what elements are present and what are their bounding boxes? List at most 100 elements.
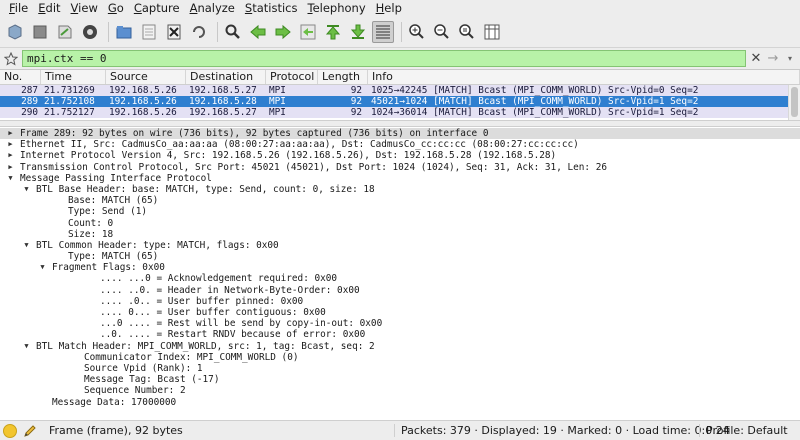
display-filter-input[interactable]: mpi.ctx == 0 [22, 50, 746, 67]
go-to-packet-icon[interactable] [297, 21, 319, 43]
packet-list-scrollbar[interactable] [788, 85, 800, 121]
expand-arrow-icon[interactable]: ▶ [6, 139, 15, 150]
collapse-arrow-icon[interactable]: ▼ [38, 262, 47, 273]
go-last-packet-icon[interactable] [347, 21, 369, 43]
detail-tree-item[interactable]: Type: MATCH (65) [0, 251, 800, 262]
detail-tree-item[interactable]: .... 0... = User buffer contiguous: 0x00 [0, 307, 800, 318]
zoom-normal-icon[interactable] [456, 21, 478, 43]
column-header-destination[interactable]: Destination [186, 70, 266, 84]
detail-tree-item[interactable]: Size: 18 [0, 229, 800, 240]
apply-filter-icon[interactable]: → [766, 51, 780, 67]
packet-info: 45021→1024 [MATCH] Bcast (MPI_COMM_WORLD… [371, 96, 699, 107]
detail-tree-item[interactable]: ..0. .... = Restart RNDV because of erro… [0, 329, 800, 340]
detail-tree-label: Communicator Index: MPI_COMM_WORLD (0) [84, 351, 299, 363]
menu-capture[interactable]: Capture [129, 0, 185, 17]
detail-tree-label: .... .0.. = User buffer pinned: 0x00 [100, 295, 304, 307]
reload-icon[interactable] [188, 21, 210, 43]
detail-tree-label: ...0 .... = Rest will be send by copy-in… [100, 318, 383, 330]
detail-tree-label: ..0. .... = Restart RNDV because of erro… [100, 329, 366, 341]
close-file-icon[interactable] [163, 21, 185, 43]
column-header-no[interactable]: No. [0, 70, 41, 84]
expand-arrow-icon[interactable]: ▶ [6, 162, 15, 173]
clear-filter-icon[interactable]: ✕ [749, 51, 763, 67]
status-profile[interactable]: Profile: Default [699, 424, 788, 437]
detail-tree-item[interactable]: ▼ BTL Match Header: MPI_COMM_WORLD, src: … [0, 341, 800, 352]
collapse-arrow-icon[interactable]: ▼ [6, 173, 15, 184]
go-first-packet-icon[interactable] [322, 21, 344, 43]
packet-length: 92 [350, 107, 362, 118]
detail-tree-item[interactable]: Type: Send (1) [0, 206, 800, 217]
menu-statistics[interactable]: Statistics [240, 0, 303, 17]
resize-columns-icon[interactable] [481, 21, 503, 43]
expert-info-indicator-icon[interactable] [3, 423, 17, 438]
detail-tree-label: Message Passing Interface Protocol [20, 172, 212, 184]
detail-tree-item[interactable]: ...0 .... = Rest will be send by copy-in… [0, 318, 800, 329]
detail-tree-label: BTL Match Header: MPI_COMM_WORLD, src: 1… [36, 340, 375, 352]
go-forward-icon[interactable] [272, 21, 294, 43]
restart-capture-icon[interactable] [54, 21, 76, 43]
column-header-source[interactable]: Source [106, 70, 186, 84]
expand-arrow-icon[interactable]: ▶ [6, 128, 15, 139]
detail-tree-item[interactable]: Source Vpid (Rank): 1 [0, 363, 800, 374]
detail-tree-item[interactable]: ▼ BTL Base Header: base: MATCH, type: Sen… [0, 184, 800, 195]
stop-capture-icon[interactable] [29, 21, 51, 43]
menu-edit[interactable]: Edit [33, 0, 65, 17]
column-header-length[interactable]: Length [318, 70, 368, 84]
detail-tree-item[interactable]: ▼ Fragment Flags: 0x00 [0, 262, 800, 273]
collapse-arrow-icon[interactable]: ▼ [22, 240, 31, 251]
menu-telephony[interactable]: Telephony [302, 0, 370, 17]
main-toolbar [0, 17, 800, 48]
packet-details-tree: ▶ Frame 289: 92 bytes on wire (736 bits),… [0, 128, 800, 418]
packet-row[interactable]: 290 21.752127 192.168.5.26 192.168.5.27 … [0, 107, 800, 118]
menu-analyze[interactable]: Analyze [185, 0, 240, 17]
detail-tree-item[interactable]: Message Data: 17000000 [0, 397, 800, 408]
menu-help[interactable]: Help [371, 0, 407, 17]
packet-source: 192.168.5.26 [109, 107, 177, 118]
filter-dropdown-icon[interactable]: ▾ [783, 51, 797, 67]
edit-comment-icon[interactable] [23, 424, 37, 438]
detail-tree-label: BTL Common Header: type: MATCH, flags: 0… [36, 239, 279, 251]
packet-source: 192.168.5.26 [109, 85, 177, 96]
detail-tree-item[interactable]: Communicator Index: MPI_COMM_WORLD (0) [0, 352, 800, 363]
detail-tree-item[interactable]: Count: 0 [0, 218, 800, 229]
open-file-icon[interactable] [113, 21, 135, 43]
detail-tree-item[interactable]: Message Tag: Bcast (-17) [0, 374, 800, 385]
detail-tree-item[interactable]: ▼ BTL Common Header: type: MATCH, flags: … [0, 240, 800, 251]
column-header-info[interactable]: Info [368, 70, 800, 84]
packet-row-selected[interactable]: 289 21.752108 192.168.5.26 192.168.5.28 … [0, 96, 800, 107]
collapse-arrow-icon[interactable]: ▼ [22, 341, 31, 352]
start-capture-icon[interactable] [4, 21, 26, 43]
packet-protocol: MPI [269, 107, 286, 118]
column-header-time[interactable]: Time [41, 70, 106, 84]
capture-options-icon[interactable] [79, 21, 101, 43]
find-packet-icon[interactable] [222, 21, 244, 43]
menu-go[interactable]: Go [103, 0, 129, 17]
packet-destination: 192.168.5.28 [189, 96, 257, 107]
pane-splitter[interactable] [0, 120, 800, 127]
menu-file[interactable]: File [4, 0, 33, 17]
packet-row[interactable]: 287 21.731269 192.168.5.26 192.168.5.27 … [0, 85, 800, 96]
bookmark-icon[interactable] [3, 51, 19, 67]
collapse-arrow-icon[interactable]: ▼ [22, 184, 31, 195]
detail-tree-item[interactable]: .... ...0 = Acknowledgement required: 0x… [0, 273, 800, 284]
detail-tree-item[interactable]: ▶ Frame 289: 92 bytes on wire (736 bits),… [0, 128, 800, 140]
detail-tree-item[interactable]: ▶ Ethernet II, Src: CadmusCo_aa:aa:aa (08… [0, 139, 800, 150]
zoom-in-icon[interactable] [406, 21, 428, 43]
zoom-out-icon[interactable] [431, 21, 453, 43]
detail-tree-item[interactable]: .... .0.. = User buffer pinned: 0x00 [0, 296, 800, 307]
packet-list-header: No. Time Source Destination Protocol Len… [0, 70, 800, 85]
auto-scroll-icon[interactable] [372, 21, 394, 43]
detail-tree-item[interactable]: .... ..0. = Header in Network-Byte-Order… [0, 285, 800, 296]
packet-time: 21.752127 [44, 107, 95, 118]
detail-tree-item[interactable]: ▶ Transmission Control Protocol, Src Port… [0, 162, 800, 173]
detail-tree-item[interactable]: ▶ Internet Protocol Version 4, Src: 192.1… [0, 150, 800, 161]
detail-tree-item[interactable]: ▼ Message Passing Interface Protocol [0, 173, 800, 184]
column-header-protocol[interactable]: Protocol [266, 70, 318, 84]
detail-tree-item[interactable]: Sequence Number: 2 [0, 385, 800, 396]
packet-time: 21.731269 [44, 85, 95, 96]
expand-arrow-icon[interactable]: ▶ [6, 150, 15, 161]
go-back-icon[interactable] [247, 21, 269, 43]
save-file-icon[interactable] [138, 21, 160, 43]
menu-view[interactable]: View [66, 0, 103, 17]
detail-tree-item[interactable]: Base: MATCH (65) [0, 195, 800, 206]
